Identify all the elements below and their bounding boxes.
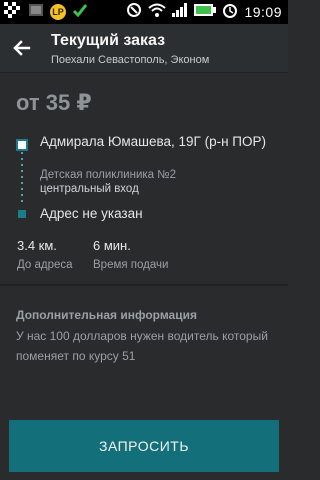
- info-text: У нас 100 долларов нужен водитель которы…: [16, 329, 268, 363]
- status-left-icons: LP: [4, 1, 88, 23]
- back-arrow-icon: [13, 40, 31, 56]
- alarm-icon: [222, 2, 238, 23]
- distance-label: До адреса: [17, 259, 73, 271]
- gallery-icon: [28, 2, 44, 23]
- request-button[interactable]: ЗАПРОСИТЬ: [9, 420, 279, 472]
- divider: [0, 284, 288, 286]
- nfc-icon: [126, 2, 142, 23]
- status-right-icons: 19:09: [126, 2, 282, 23]
- origin-entrance: центральный вход: [40, 183, 139, 195]
- check-icon: [72, 2, 88, 23]
- distance-stat: 3.4 км. До адреса: [17, 238, 73, 271]
- status-time: 19:09: [244, 4, 282, 20]
- distance-value: 3.4 км.: [17, 238, 57, 253]
- info-title: Дополнительная информация: [16, 308, 197, 322]
- wifi-icon: [148, 3, 167, 22]
- status-bar: LP 19:09: [0, 0, 288, 24]
- app-bar: Текущий заказ Поехали Севастополь, Эконо…: [0, 24, 288, 73]
- pickup-time-value: 6 мин.: [93, 238, 131, 253]
- route-line: [21, 152, 23, 206]
- pickup-time-stat: 6 мин. Время подачи: [93, 238, 168, 271]
- origin-marker-icon: [16, 139, 28, 151]
- page-subtitle: Поехали Севастополь, Эконом: [51, 54, 210, 66]
- destination-address: Адрес не указан: [40, 206, 143, 221]
- destination-marker-icon: [18, 210, 26, 218]
- page-title: Текущий заказ: [51, 32, 166, 49]
- lp-coin-icon: LP: [50, 4, 66, 20]
- back-button[interactable]: [10, 36, 34, 60]
- battery-icon: [194, 3, 217, 21]
- origin-note: Детская поликлиника №2: [40, 169, 176, 181]
- price: от 35 ₽: [16, 90, 92, 115]
- signal-icon: [172, 2, 188, 22]
- notification-pattern-icon: [4, 1, 22, 23]
- pickup-time-label: Время подачи: [93, 259, 169, 271]
- origin-address: Адмирала Юмашева, 19Г (р-н ПОР): [40, 134, 266, 149]
